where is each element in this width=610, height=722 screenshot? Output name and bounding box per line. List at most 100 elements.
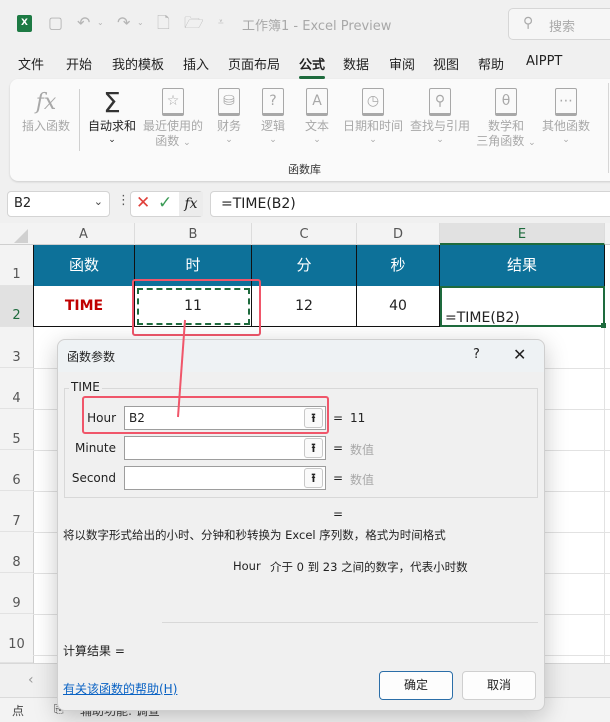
chevron-down-icon: ⌄	[528, 138, 536, 148]
chevron-down-icon: ⌄	[436, 135, 444, 145]
name-box[interactable]: B2 ⌄	[7, 191, 110, 217]
tab-formulas[interactable]: 公式	[299, 54, 326, 79]
cancel-icon[interactable]: ✕	[136, 193, 150, 213]
column-header-e[interactable]: E	[440, 223, 605, 245]
chevron-down-icon[interactable]: ⌄	[94, 195, 103, 208]
fill-handle[interactable]	[601, 323, 606, 328]
minute-input[interactable]: ⭱	[124, 436, 326, 460]
column-header-c[interactable]: C	[252, 223, 357, 245]
ribbon-group-label: 函数库	[288, 163, 321, 176]
second-result: 数值	[350, 473, 375, 487]
formula-input[interactable]: =TIME(B2)	[210, 191, 610, 217]
text-button[interactable]: A 文本 ⌄	[298, 85, 336, 146]
row-header-2[interactable]: 2	[0, 286, 33, 327]
open-folder-icon[interactable]: 🗁	[184, 14, 204, 32]
new-file-icon[interactable]: 🗋	[157, 14, 170, 32]
logical-button[interactable]: ? 逻辑 ⌄	[254, 85, 292, 146]
undo-dropdown-icon[interactable]: ⌄	[97, 14, 104, 32]
financial-button[interactable]: ⛁ 财务 ⌄	[210, 85, 248, 146]
cell-d2[interactable]: 40	[357, 286, 440, 327]
tab-page-layout[interactable]: 页面布局	[228, 54, 280, 73]
select-all-corner[interactable]	[14, 229, 28, 243]
chevron-down-icon: ⌄	[108, 135, 116, 145]
cell-a1[interactable]: 函数	[33, 245, 135, 286]
function-description: 将以数字形式给出的小时、分钟和秒转换为 Excel 序列数，格式为时间格式	[63, 528, 446, 542]
fx-icon: fx	[35, 89, 57, 115]
help-icon[interactable]: ?	[473, 347, 480, 362]
cell-c1[interactable]: 分	[252, 245, 357, 286]
customize-toolbar-icon[interactable]: ⩡	[218, 14, 224, 32]
dialog-titlebar[interactable]	[58, 340, 544, 372]
search-box[interactable]: ⚲ 搜索	[508, 8, 610, 40]
tab-home[interactable]: 开始	[66, 54, 92, 73]
tab-review[interactable]: 审阅	[389, 54, 415, 73]
argument-description: 介于 0 到 23 之间的数字，代表小时数	[270, 560, 468, 574]
collapse-dialog-icon[interactable]: ⭱	[304, 438, 323, 458]
chevron-left-icon[interactable]: ‹	[28, 672, 34, 688]
search-placeholder: 搜索	[549, 20, 576, 35]
row-header-1[interactable]: 1	[0, 245, 33, 286]
chevron-down-icon: ⌄	[269, 135, 277, 145]
cell-e2-active[interactable]: =TIME(B2)	[440, 286, 605, 327]
magnifier-icon: ⚲	[429, 88, 451, 116]
insert-function-button[interactable]: fx 插入函数	[20, 85, 72, 134]
tab-my-templates[interactable]: 我的模板	[112, 54, 164, 73]
cell-e1[interactable]: 结果	[440, 245, 605, 286]
math-trig-button[interactable]: θ 数学和 三角函数 ⌄	[476, 85, 536, 149]
theta-icon: θ	[495, 88, 517, 116]
formula-tools: ✕ ✓ fx	[130, 191, 203, 217]
tab-help[interactable]: 帮助	[478, 54, 504, 73]
row-header-4[interactable]: 4	[0, 368, 33, 409]
function-name: TIME	[69, 380, 102, 394]
close-icon[interactable]: ✕	[513, 345, 526, 364]
lookup-reference-button[interactable]: ⚲ 查找与引用 ⌄	[408, 85, 472, 146]
redo-dropdown-icon[interactable]: ⌄	[137, 14, 144, 32]
formula-result-equals: =	[333, 507, 344, 521]
hour-equals: =	[333, 411, 344, 425]
ribbon: fx 插入函数 Σ 自动求和 ⌄ ☆ 最近使用的 函数 ⌄ ⛁ 财务 ⌄ ? 逻…	[10, 79, 610, 181]
row-header-10[interactable]: 10	[0, 614, 33, 663]
tab-data[interactable]: 数据	[343, 54, 369, 73]
more-functions-button[interactable]: ⋯ 其他函数 ⌄	[540, 85, 592, 146]
date-time-button[interactable]: ◷ 日期和时间 ⌄	[340, 85, 406, 146]
cell-c2[interactable]: 12	[252, 286, 357, 327]
database-icon: ⛁	[218, 88, 240, 116]
function-help-link[interactable]: 有关该函数的帮助(H)	[63, 680, 177, 697]
row-header-3[interactable]: 3	[0, 327, 33, 368]
redo-icon[interactable]: ↷	[117, 14, 130, 32]
ok-button[interactable]: 确定	[379, 671, 453, 700]
minute-result: 数值	[350, 443, 375, 457]
gridline	[604, 327, 605, 663]
dialog-separator	[162, 622, 538, 623]
column-header-d[interactable]: D	[357, 223, 440, 245]
row-header-7[interactable]: 7	[0, 491, 33, 532]
tab-aippt[interactable]: AIPPT	[526, 54, 562, 69]
tab-insert[interactable]: 插入	[183, 54, 209, 73]
second-input[interactable]: ⭱	[124, 466, 326, 490]
recently-used-button[interactable]: ☆ 最近使用的 函数 ⌄	[140, 85, 206, 149]
cell-a2[interactable]: TIME	[33, 286, 135, 327]
column-header-a[interactable]: A	[33, 223, 135, 245]
second-equals: =	[333, 471, 344, 485]
row-header-6[interactable]: 6	[0, 450, 33, 491]
formula-bar-grip-icon[interactable]: ⋮	[117, 193, 130, 208]
calculation-result: 计算结果 =	[63, 644, 125, 658]
row-header-5[interactable]: 5	[0, 409, 33, 450]
menu-bar: 文件 开始 我的模板 插入 页面布局 公式 数据 审阅 视图 帮助 AIPPT	[0, 50, 610, 79]
row-header-9[interactable]: 9	[0, 573, 33, 614]
undo-icon[interactable]: ↶	[77, 14, 90, 32]
column-header-b[interactable]: B	[135, 223, 252, 245]
row-header-8[interactable]: 8	[0, 532, 33, 573]
ribbon-separator	[608, 83, 609, 173]
enter-icon[interactable]: ✓	[158, 193, 172, 213]
collapse-dialog-icon[interactable]: ⭱	[304, 468, 323, 488]
tab-file[interactable]: 文件	[18, 54, 44, 73]
star-icon: ☆	[162, 88, 184, 116]
tab-view[interactable]: 视图	[433, 54, 459, 73]
autosum-button[interactable]: Σ 自动求和 ⌄	[86, 85, 138, 146]
cancel-button[interactable]: 取消	[462, 671, 536, 700]
chevron-down-icon: ⌄	[313, 135, 321, 145]
insert-function-icon[interactable]: fx	[179, 192, 203, 216]
cell-d1[interactable]: 秒	[357, 245, 440, 286]
save-icon[interactable]: ▢	[48, 14, 63, 32]
